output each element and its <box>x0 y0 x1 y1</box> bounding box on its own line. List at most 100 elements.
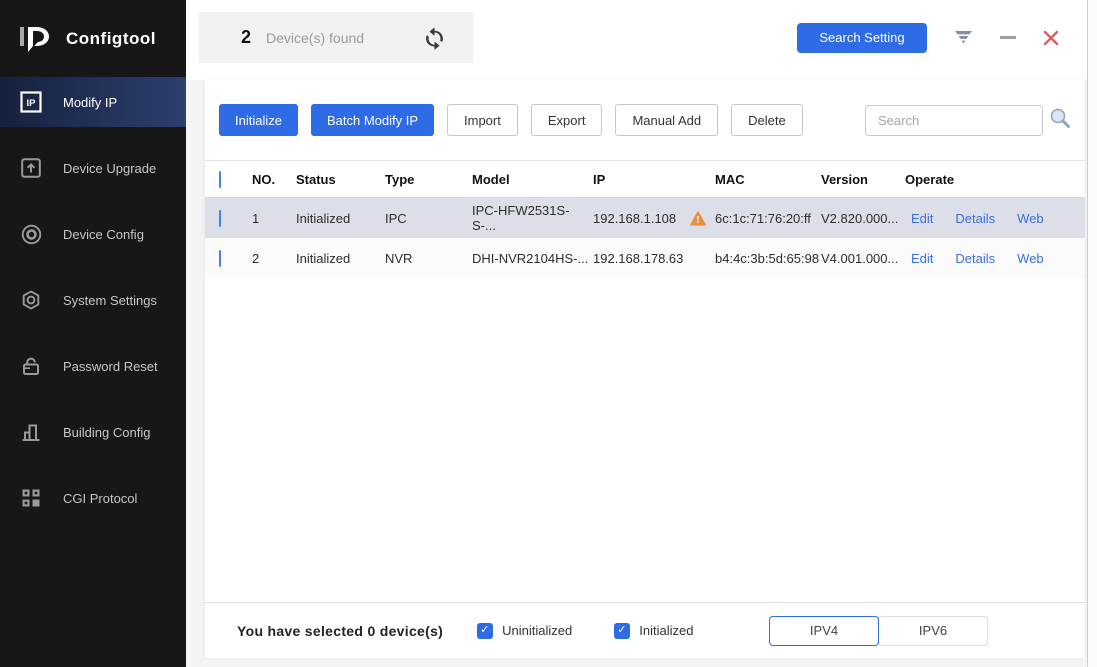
details-link[interactable]: Details <box>955 211 995 226</box>
col-header-no: NO. <box>252 172 296 187</box>
manual-add-button[interactable]: Manual Add <box>615 104 718 136</box>
upload-box-icon <box>20 157 42 179</box>
search-icon[interactable] <box>1049 107 1071 134</box>
target-circles-icon <box>20 223 42 245</box>
col-header-operate: Operate <box>905 172 1085 187</box>
initialized-filter: Initialized <box>614 623 693 639</box>
selected-prefix: You have selected <box>237 623 363 639</box>
cell-ip: 192.168.1.108 <box>593 211 683 226</box>
sidebar-item-modify-ip[interactable]: IP Modify IP <box>0 77 186 127</box>
gear-nut-icon <box>20 289 42 311</box>
cell-no: 2 <box>252 251 296 266</box>
app-window: Configtool IP Modify IP Device Upgrade D… <box>0 0 1097 667</box>
initialized-checkbox[interactable] <box>614 623 630 639</box>
device-count-box: 2 Device(s) found <box>199 12 473 63</box>
device-list-card: Initialize Batch Modify IP Import Export… <box>205 80 1085 658</box>
selection-footer: You have selected 0 device(s) Uninitiali… <box>205 602 1085 658</box>
ipv6-button[interactable]: IPV6 <box>878 616 988 646</box>
col-header-model: Model <box>472 172 593 187</box>
select-all-checkbox[interactable] <box>219 171 221 188</box>
cell-ip: 192.168.178.63 <box>593 251 683 266</box>
svg-text:IP: IP <box>27 98 37 109</box>
ip-badge-icon: IP <box>20 91 42 113</box>
uninitialized-filter: Uninitialized <box>477 623 572 639</box>
cell-no: 1 <box>252 211 296 226</box>
table-header-row: NO. Status Type Model IP MAC Version Ope… <box>205 160 1085 198</box>
selected-count: 0 <box>367 623 375 639</box>
sidebar-item-label: Device Config <box>63 227 144 242</box>
sidebar-item-building-config[interactable]: Building Config <box>0 407 186 457</box>
initialized-label: Initialized <box>639 623 693 638</box>
minimize-icon[interactable] <box>1000 36 1016 39</box>
web-link[interactable]: Web <box>1017 251 1044 266</box>
sidebar-item-system-settings[interactable]: System Settings <box>0 275 186 325</box>
cell-version: V4.001.000... <box>821 251 905 266</box>
window-controls: Search Setting <box>797 23 1087 53</box>
cell-version: V2.820.000... <box>821 211 905 226</box>
ipv4-button[interactable]: IPV4 <box>769 616 879 646</box>
export-button[interactable]: Export <box>531 104 603 136</box>
app-logo: Configtool <box>0 0 186 77</box>
device-found-label: Device(s) found <box>266 30 364 46</box>
batch-modify-ip-button[interactable]: Batch Modify IP <box>311 104 434 136</box>
edit-link[interactable]: Edit <box>911 251 933 266</box>
uninitialized-checkbox[interactable] <box>477 623 493 639</box>
sidebar-item-label: Modify IP <box>63 95 117 110</box>
ip-version-toggle: IPV4 IPV6 <box>769 616 988 646</box>
sidebar: Configtool IP Modify IP Device Upgrade D… <box>0 0 186 667</box>
warning-icon <box>690 211 706 226</box>
app-title: Configtool <box>66 29 156 49</box>
col-header-mac: MAC <box>683 172 821 187</box>
table-row[interactable]: 1 Initialized IPC IPC-HFW2531S-S-... 192… <box>205 198 1085 238</box>
search-setting-button[interactable]: Search Setting <box>797 23 927 53</box>
main-area: 2 Device(s) found Search Setting <box>186 0 1097 667</box>
sidebar-item-label: Password Reset <box>63 359 158 374</box>
table-empty-space <box>205 278 1085 602</box>
sidebar-item-device-upgrade[interactable]: Device Upgrade <box>0 143 186 193</box>
device-count: 2 <box>241 27 251 48</box>
col-header-version: Version <box>821 172 905 187</box>
col-header-type: Type <box>385 172 472 187</box>
web-link[interactable]: Web <box>1017 211 1044 226</box>
refresh-icon[interactable] <box>421 24 448 51</box>
sidebar-item-label: Device Upgrade <box>63 161 156 176</box>
cell-model: IPC-HFW2531S-S-... <box>472 203 593 233</box>
cell-model: DHI-NVR2104HS-... <box>472 251 593 266</box>
row-checkbox[interactable] <box>219 250 221 267</box>
filter-dropdown-icon[interactable] <box>954 30 973 45</box>
cell-status: Initialized <box>296 251 385 266</box>
lock-icon <box>20 355 42 377</box>
col-header-status: Status <box>296 172 385 187</box>
sidebar-item-device-config[interactable]: Device Config <box>0 209 186 259</box>
cell-mac-text: 6c:1c:71:76:20:ff <box>715 211 811 226</box>
sidebar-nav: IP Modify IP Device Upgrade Device Confi… <box>0 77 186 539</box>
sidebar-item-label: Building Config <box>63 425 150 440</box>
sidebar-item-label: CGI Protocol <box>63 491 137 506</box>
table-row[interactable]: 2 Initialized NVR DHI-NVR2104HS-... 192.… <box>205 238 1085 278</box>
cell-status: Initialized <box>296 211 385 226</box>
cell-type: NVR <box>385 251 472 266</box>
uninitialized-label: Uninitialized <box>502 623 572 638</box>
action-toolbar: Initialize Batch Modify IP Import Export… <box>205 80 1085 160</box>
delete-button[interactable]: Delete <box>731 104 803 136</box>
cell-mac-text: b4:4c:3b:5d:65:98 <box>715 251 819 266</box>
initialize-button[interactable]: Initialize <box>219 104 298 136</box>
details-link[interactable]: Details <box>955 251 995 266</box>
sidebar-item-label: System Settings <box>63 293 157 308</box>
building-bars-icon <box>20 421 42 443</box>
col-header-ip: IP <box>593 172 683 187</box>
dahua-logo-icon <box>19 26 55 52</box>
row-checkbox[interactable] <box>219 210 221 227</box>
topbar: 2 Device(s) found Search Setting <box>186 0 1087 80</box>
import-button[interactable]: Import <box>447 104 518 136</box>
search-group <box>865 105 1071 136</box>
sidebar-item-password-reset[interactable]: Password Reset <box>0 341 186 391</box>
vertical-scrollbar[interactable] <box>1087 0 1097 667</box>
selected-suffix: device(s) <box>380 623 443 639</box>
search-input[interactable] <box>865 105 1043 136</box>
close-icon[interactable] <box>1043 30 1059 46</box>
qr-grid-icon <box>20 487 42 509</box>
edit-link[interactable]: Edit <box>911 211 933 226</box>
sidebar-item-cgi-protocol[interactable]: CGI Protocol <box>0 473 186 523</box>
cell-type: IPC <box>385 211 472 226</box>
